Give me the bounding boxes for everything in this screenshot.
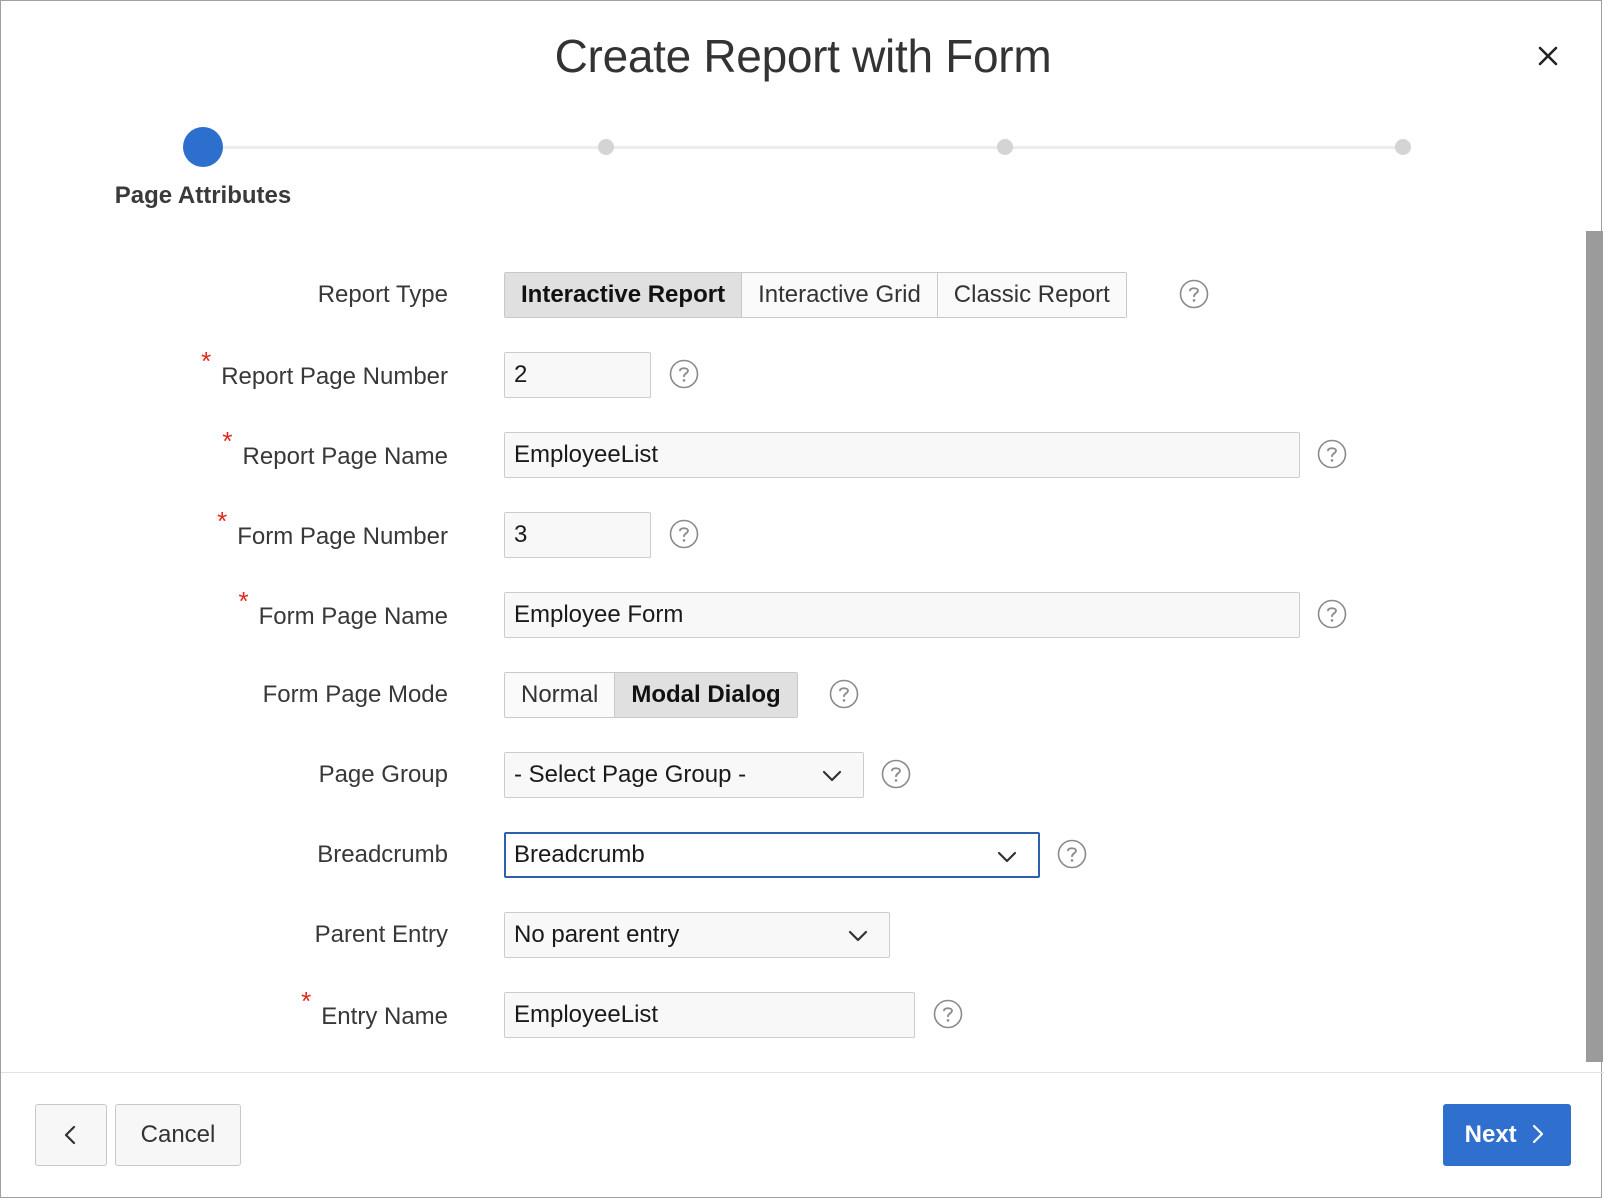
- help-icon[interactable]: [1317, 439, 1347, 469]
- entry-name-row: *Entry Name: [1, 986, 1581, 1041]
- form-page-mode-row: Form Page Mode Normal Modal Dialog: [1, 669, 1581, 721]
- help-icon[interactable]: [1317, 599, 1347, 629]
- report-type-interactive-grid[interactable]: Interactive Grid: [742, 273, 938, 317]
- report-page-name-row: *Report Page Name: [1, 426, 1581, 481]
- parent-entry-selected-value: No parent entry: [514, 921, 680, 948]
- scrollbar[interactable]: [1586, 231, 1603, 1062]
- form-page-mode-normal[interactable]: Normal: [505, 673, 616, 717]
- form-page-name-row: *Form Page Name: [1, 586, 1581, 641]
- wizard-step-label: Page Attributes: [114, 182, 292, 209]
- page-group-select[interactable]: - Select Page Group -: [504, 752, 864, 798]
- back-button[interactable]: [35, 1104, 107, 1166]
- cancel-button[interactable]: Cancel: [115, 1104, 241, 1166]
- create-report-dialog: Create Report with Form Page Attributes …: [0, 0, 1604, 1198]
- required-marker: *: [222, 426, 233, 456]
- required-marker: *: [217, 506, 228, 536]
- breadcrumb-selected-value: Breadcrumb: [514, 841, 645, 868]
- wizard-progress-track: [203, 146, 1403, 149]
- report-page-number-label: *Report Page Number: [201, 346, 448, 390]
- next-button-label: Next: [1464, 1121, 1517, 1148]
- chevron-down-icon: [822, 770, 842, 782]
- entry-name-label: *Entry Name: [301, 986, 448, 1030]
- parent-entry-label: Parent Entry: [314, 921, 448, 948]
- help-icon[interactable]: [669, 519, 699, 549]
- help-icon[interactable]: [933, 999, 963, 1029]
- report-page-name-label: *Report Page Name: [222, 426, 448, 470]
- form-page-number-input[interactable]: [504, 512, 651, 558]
- parent-entry-row: Parent Entry No parent entry: [1, 909, 1581, 961]
- required-marker: *: [301, 986, 312, 1016]
- chevron-left-icon: [64, 1125, 76, 1145]
- footer-divider: [1, 1072, 1604, 1073]
- form-page-mode-radio-group: Normal Modal Dialog: [504, 672, 798, 718]
- page-group-selected-value: - Select Page Group -: [514, 761, 747, 788]
- breadcrumb-row: Breadcrumb Breadcrumb: [1, 829, 1581, 881]
- report-type-interactive-report[interactable]: Interactive Report: [505, 273, 743, 317]
- chevron-down-icon: [997, 851, 1017, 863]
- required-marker: *: [201, 346, 212, 376]
- required-marker: *: [238, 586, 249, 616]
- help-icon[interactable]: [881, 759, 911, 789]
- help-icon[interactable]: [1179, 279, 1209, 309]
- wizard-step-4-indicator: [1395, 139, 1411, 155]
- chevron-down-icon: [848, 930, 868, 942]
- page-group-label: Page Group: [318, 761, 448, 788]
- breadcrumb-label: Breadcrumb: [317, 841, 448, 868]
- report-page-number-input[interactable]: [504, 352, 651, 398]
- report-page-name-input[interactable]: [504, 432, 1300, 478]
- help-icon[interactable]: [829, 679, 859, 709]
- help-icon[interactable]: [1057, 839, 1087, 869]
- form-page-name-label: *Form Page Name: [238, 586, 448, 630]
- report-page-number-row: *Report Page Number: [1, 346, 1581, 401]
- wizard-step-3-indicator: [997, 139, 1013, 155]
- form-page-number-row: *Form Page Number: [1, 506, 1581, 561]
- next-button[interactable]: Next: [1443, 1104, 1571, 1166]
- form-page-mode-modal-dialog[interactable]: Modal Dialog: [615, 673, 797, 717]
- form-page-name-input[interactable]: [504, 592, 1300, 638]
- wizard-step-1-indicator: [183, 127, 223, 167]
- report-type-radio-group: Interactive Report Interactive Grid Clas…: [504, 272, 1127, 318]
- report-type-label: Report Type: [317, 281, 448, 308]
- report-type-row: Report Type Interactive Report Interacti…: [1, 269, 1581, 321]
- parent-entry-select[interactable]: No parent entry: [504, 912, 890, 958]
- help-icon[interactable]: [669, 359, 699, 389]
- breadcrumb-select[interactable]: Breadcrumb: [504, 832, 1040, 878]
- wizard-step-2-indicator: [598, 139, 614, 155]
- form-page-number-label: *Form Page Number: [217, 506, 448, 550]
- entry-name-input[interactable]: [504, 992, 915, 1038]
- form-page-mode-label: Form Page Mode: [262, 681, 448, 708]
- dialog-title: Create Report with Form: [554, 30, 1052, 82]
- chevron-right-icon: [1533, 1124, 1544, 1144]
- close-icon[interactable]: [1531, 39, 1565, 73]
- report-type-classic-report[interactable]: Classic Report: [937, 273, 1126, 317]
- page-group-row: Page Group - Select Page Group -: [1, 749, 1581, 801]
